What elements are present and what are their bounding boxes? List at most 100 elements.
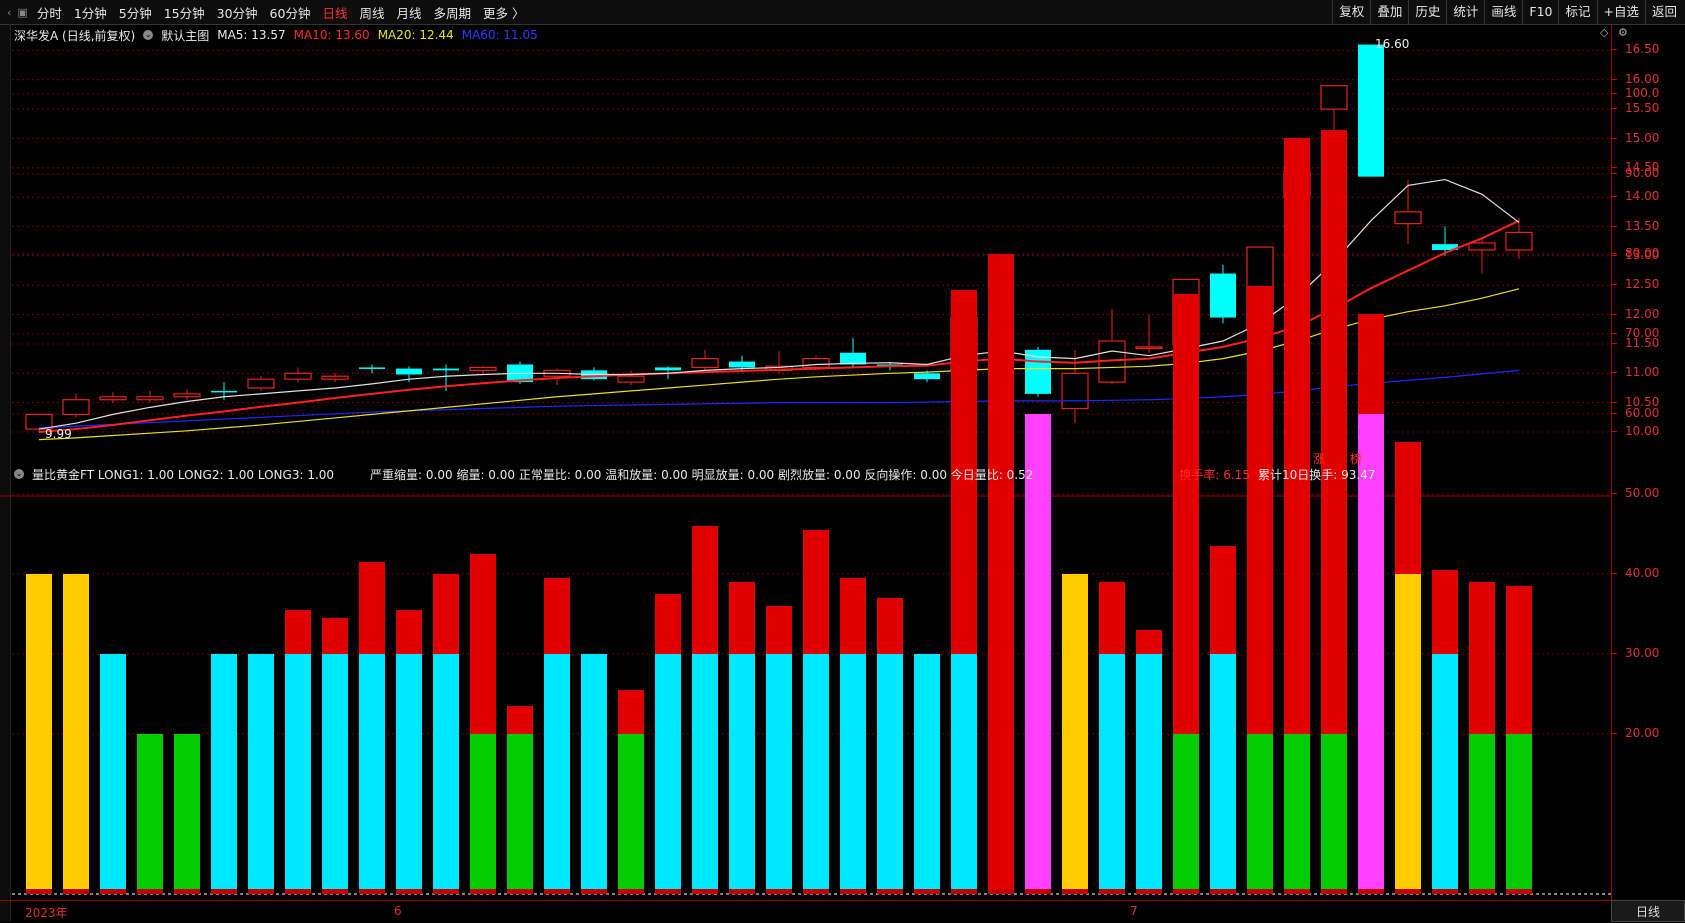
candle-body [950,316,978,371]
stats-button[interactable]: 统计 [1446,0,1484,24]
price-tick-label: 14.00 [1610,189,1660,204]
bang-tag[interactable]: 榜 [1350,450,1362,467]
candle-body [1061,372,1089,410]
volume-bar-upper [396,610,422,654]
ma20-line [38,288,1520,441]
volume-tick-label: 100.0 [1610,86,1660,100]
panel-gear-icon[interactable]: ⚙ [1618,26,1628,39]
volume-bar-upper [1173,294,1199,734]
volume-bar [1247,734,1273,894]
indicator-params: 严重缩量: 0.00 缩量: 0.00 正常量比: 0.00 温和放量: 0.0… [370,467,1034,482]
volume-bar-base [840,889,866,894]
history-button[interactable]: 历史 [1408,0,1446,24]
f10-button[interactable]: F10 [1522,0,1558,24]
indicator-name[interactable]: 量比黄金FT LONG1: 1.00 LONG2: 1.00 LONG3: 1.… [32,466,334,483]
candle-body [136,396,164,401]
kline-chart[interactable] [0,0,1685,922]
low-price-label: 9.99 [45,426,72,441]
tab-15min[interactable]: 15分钟 [158,3,211,22]
volume-bar-upper [544,578,570,654]
mark-button[interactable]: 标记 [1558,0,1596,24]
tab-weekly[interactable]: 周线 [353,3,390,22]
volume-bar [581,654,607,894]
tab-multi-period[interactable]: 多周期 [428,3,478,22]
volume-bar-upper [1358,314,1384,414]
volume-bar-base [951,889,977,894]
tab-30min[interactable]: 30分钟 [211,3,264,22]
period-tabs: ‹ ▣ 分时 1分钟 5分钟 15分钟 30分钟 60分钟 日线 周线 月线 多… [4,0,531,24]
volume-bar-upper [359,562,385,654]
draw-line-button[interactable]: 画线 [1484,0,1522,24]
volume-bar [914,654,940,894]
left-collapse-strip[interactable] [0,25,11,922]
price-tick-label: 16.00 [1610,71,1660,86]
volume-bar-upper [988,254,1014,894]
time-axis [0,900,1611,923]
volume-bar [840,654,866,894]
volume-bar [766,654,792,894]
volume-bar-base [544,889,570,894]
tab-more[interactable]: 更多 〉 [477,3,530,22]
candle-body [1358,44,1384,177]
tab-60min[interactable]: 60分钟 [264,3,317,22]
candle-body [729,361,755,368]
template-dropdown-icon[interactable]: ⌄ [143,30,154,40]
volume-bar [729,654,755,894]
candle-body [211,390,237,393]
volume-bar-base [507,889,533,894]
stock-title[interactable]: 深华发A (日线,前复权) [14,27,135,44]
overlay-button[interactable]: 叠加 [1370,0,1408,24]
panel-toggle-icon[interactable]: ▣ [14,6,30,19]
volume-bar-base [877,889,903,894]
tab-monthly[interactable]: 月线 [390,3,427,22]
volume-bar-base [100,889,126,894]
return-button[interactable]: 返回 [1644,0,1683,24]
tab-fenshi[interactable]: 分时 [31,3,68,22]
candle-body [1135,346,1163,349]
volume-bar-upper [322,618,348,654]
volume-bar-upper [766,606,792,654]
volume-bar [692,654,718,894]
price-axis[interactable] [1611,25,1685,900]
candle-body [396,368,422,375]
volume-bar-base [988,889,1014,894]
volume-bar-base [174,889,200,894]
period-indicator-tab[interactable]: 日线 [1611,900,1685,922]
candle-body [802,358,830,369]
diamond-icon[interactable]: ◇ [1600,26,1608,39]
zhang-tag[interactable]: 涨 [1313,450,1325,467]
volume-bar [1062,574,1088,894]
volume-bar-base [766,889,792,894]
candle-body [1505,231,1533,251]
volume-bar-upper [1247,286,1273,734]
template-name[interactable]: 默认主图 [161,27,209,44]
volume-bar [100,654,126,894]
volume-bar [1136,654,1162,894]
volume-tick-label: 40.00 [1610,566,1660,580]
volume-bar-upper [840,578,866,654]
volume-tick-label: 90.00 [1610,166,1660,180]
volume-bar-base [1136,889,1162,894]
volume-bar-base [359,889,385,894]
volume-bar-base [1506,889,1532,894]
volume-bar-upper [655,594,681,654]
candle-body [62,399,90,415]
tab-daily[interactable]: 日线 [316,3,353,22]
add-watchlist-button[interactable]: +自选 [1596,0,1645,24]
volume-tick-label: 30.00 [1610,646,1660,660]
tab-5min[interactable]: 5分钟 [113,3,158,22]
candle-body [617,375,645,383]
ma5-value: MA5: 13.57 [217,28,286,42]
volume-bar [507,734,533,894]
volume-bar-base [211,889,237,894]
volume-bar-upper [1395,442,1421,574]
indicator-dropdown-icon[interactable]: ⌄ [14,469,24,479]
price-tick-label: 12.50 [1610,277,1660,292]
volume-bar-upper [507,706,533,734]
price-tick-label: 12.00 [1610,306,1660,321]
back-arrow-icon[interactable]: ‹ [4,6,14,19]
candle-body [284,372,312,380]
tab-1min[interactable]: 1分钟 [68,3,113,22]
volume-bar-upper [1136,630,1162,654]
fuquan-button[interactable]: 复权 [1332,0,1370,24]
